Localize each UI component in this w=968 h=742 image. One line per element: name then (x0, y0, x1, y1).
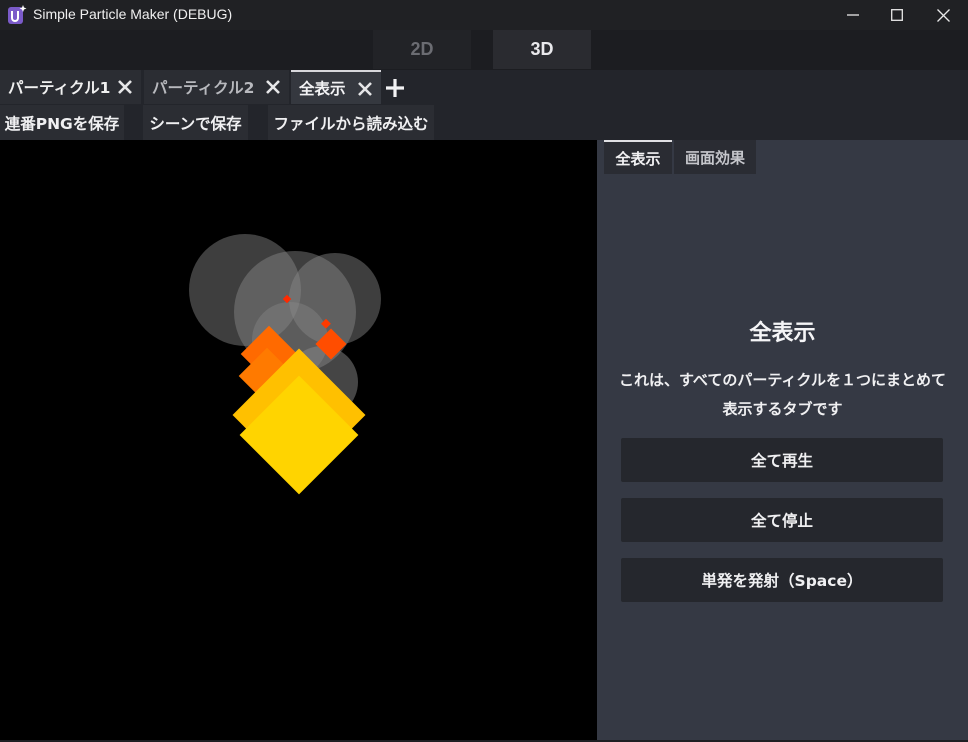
emit-once-button[interactable]: 単発を発射（Space） (621, 558, 943, 602)
close-icon[interactable] (265, 79, 281, 95)
close-icon (936, 8, 950, 22)
panel-description: これは、すべてのパーティクルを１つにまとめて表示するタブです (618, 371, 946, 418)
tab-label: 全表示 (299, 80, 346, 98)
side-panel: 全表示 画面効果 全表示 これは、すべてのパーティクルを１つにまとめて表示するタ… (597, 140, 968, 740)
particle-viewport[interactable] (0, 140, 597, 740)
panel-tab-show-all[interactable]: 全表示 (604, 140, 672, 174)
add-tab-icon[interactable] (385, 78, 405, 98)
save-scene-button[interactable]: シーンで保存 (143, 105, 248, 140)
panel-tab-screen-effects[interactable]: 画面効果 (674, 140, 756, 174)
title-bar: Simple Particle Maker (DEBUG) (0, 0, 968, 30)
close-window-button[interactable] (920, 0, 966, 30)
load-file-button[interactable]: ファイルから読み込む (268, 105, 434, 140)
tab-label: パーティクル1 (8, 79, 111, 97)
minimize-icon (847, 14, 859, 16)
maximize-icon (891, 9, 903, 21)
mode-2d-button[interactable]: 2D (373, 30, 471, 69)
play-all-button[interactable]: 全て再生 (621, 438, 943, 482)
save-png-sequence-button[interactable]: 連番PNGを保存 (0, 105, 124, 140)
tab-bar: パーティクル1 パーティクル2 全表示 (0, 70, 968, 105)
close-icon[interactable] (117, 79, 133, 95)
mode-3d-button[interactable]: 3D (493, 30, 591, 69)
toolbar: 連番PNGを保存 シーンで保存 ファイルから読み込む (0, 105, 968, 140)
tab-particle-2[interactable]: パーティクル2 (144, 70, 289, 104)
app-logo-icon (8, 5, 27, 24)
maximize-button[interactable] (874, 0, 920, 30)
panel-heading: 全表示 (749, 321, 816, 346)
stop-all-button[interactable]: 全て停止 (621, 498, 943, 542)
tab-particle-1[interactable]: パーティクル1 (0, 70, 141, 104)
minimize-button[interactable] (830, 0, 876, 30)
tab-label: パーティクル2 (152, 79, 255, 97)
mode-bar: 2D 3D (0, 30, 968, 70)
particle-preview (189, 234, 381, 495)
tab-show-all[interactable]: 全表示 (291, 70, 381, 104)
window-title: Simple Particle Maker (DEBUG) (33, 6, 233, 22)
close-icon[interactable] (357, 81, 373, 97)
